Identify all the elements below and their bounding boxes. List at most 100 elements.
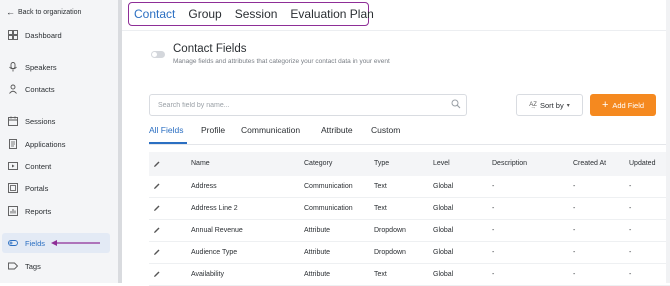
video-icon [8, 161, 18, 171]
back-label: Back to organization [18, 9, 82, 16]
cell-type: Text [374, 205, 387, 212]
sidebar-item-tags[interactable]: Tags [2, 256, 110, 276]
cell-description: - [492, 249, 495, 256]
tab-profile[interactable]: Profile [201, 125, 225, 135]
table-row[interactable]: Address Line 2 Communication Text Global - - - [149, 198, 670, 220]
fields-table: Name Category Type Level Description Cre… [149, 152, 670, 286]
document-icon [8, 139, 18, 149]
sidebar-item-label: Tags [25, 261, 41, 271]
cell-created-at: - [573, 183, 576, 190]
sort-by-button[interactable]: A͢Z Sort by ▾ [516, 94, 583, 116]
az-sort-icon: A͢Z [529, 102, 537, 108]
sidebar-item-portals[interactable]: Portals [2, 178, 110, 198]
cell-created-at: - [573, 227, 576, 234]
column-header-category[interactable]: Category [304, 152, 332, 176]
add-field-button[interactable]: + Add Field [590, 94, 656, 116]
table-row[interactable]: Annual Revenue Attribute Dropdown Global - - - [149, 220, 670, 242]
sidebar-item-label: Reports [25, 206, 52, 216]
cell-category: Attribute [304, 227, 331, 234]
sidebar-item-label: Fields [25, 238, 46, 248]
edit-pencil-icon[interactable] [153, 248, 161, 256]
table-header: Name Category Type Level Description Cre… [149, 152, 670, 176]
cell-type: Text [374, 183, 387, 190]
section-toggle[interactable] [151, 51, 165, 58]
cell-category: Attribute [304, 249, 331, 256]
microphone-icon [8, 62, 18, 72]
sidebar-item-label: Sessions [25, 116, 56, 126]
portal-icon [8, 183, 18, 193]
object-type-tabs: Contact Group Session Evaluation Plan [128, 2, 374, 26]
cell-level: Global [433, 183, 454, 190]
edit-pencil-icon[interactable] [153, 204, 161, 212]
cell-description: - [492, 227, 495, 234]
sidebar-item-label: Content [25, 161, 52, 171]
cell-category: Attribute [304, 271, 331, 278]
bar-chart-icon [8, 206, 18, 216]
person-icon [8, 84, 18, 94]
cell-type: Text [374, 271, 387, 278]
cell-updated: - [629, 227, 632, 234]
search-icon[interactable] [451, 99, 461, 109]
column-header-created-at[interactable]: Created At [573, 152, 606, 176]
tab-custom[interactable]: Custom [371, 125, 400, 135]
tab-session[interactable]: Session [235, 7, 278, 21]
cell-level: Global [433, 205, 454, 212]
cell-updated: - [629, 249, 632, 256]
sidebar-item-dashboard[interactable]: Dashboard [2, 25, 110, 45]
sidebar-scrollbar[interactable] [118, 0, 122, 283]
dashboard-icon [8, 30, 18, 40]
table-row[interactable]: Audience Type Attribute Dropdown Global - - - [149, 242, 670, 264]
sidebar-item-sessions[interactable]: Sessions [2, 111, 110, 131]
edit-pencil-icon[interactable] [153, 182, 161, 190]
column-header-type[interactable]: Type [374, 152, 389, 176]
sidebar-item-label: Applications [25, 139, 66, 149]
cell-description: - [492, 183, 495, 190]
sidebar-item-label: Dashboard [25, 30, 62, 40]
cell-created-at: - [573, 249, 576, 256]
tag-icon [8, 261, 19, 271]
page-title: Contact Fields [173, 43, 247, 55]
page-subtitle: Manage fields and attributes that catego… [173, 58, 390, 65]
search-input[interactable] [149, 94, 467, 116]
cell-name: Annual Revenue [191, 227, 243, 234]
sidebar-item-label: Portals [25, 183, 49, 193]
edit-pencil-icon[interactable] [153, 226, 161, 234]
cell-name: Availability [191, 271, 224, 278]
cell-category: Communication [304, 183, 353, 190]
sidebar-item-label: Speakers [25, 62, 57, 72]
column-header-description[interactable]: Description [492, 152, 527, 176]
tabs-divider [149, 144, 670, 145]
cell-created-at: - [573, 205, 576, 212]
edit-pencil-icon[interactable] [153, 270, 161, 278]
annotation-arrow-icon [51, 240, 100, 246]
tab-group[interactable]: Group [188, 7, 221, 21]
sidebar-item-applications[interactable]: Applications [2, 134, 110, 154]
tab-all-fields[interactable]: All Fields [149, 125, 183, 135]
sidebar-item-speakers[interactable]: Speakers [2, 57, 110, 77]
cell-created-at: - [573, 271, 576, 278]
cell-level: Global [433, 271, 454, 278]
sidebar-item-contacts[interactable]: Contacts [2, 79, 110, 99]
cell-type: Dropdown [374, 249, 406, 256]
fields-icon [8, 238, 18, 248]
sidebar-item-reports[interactable]: Reports [2, 201, 110, 221]
table-row[interactable]: Address Communication Text Global - - - [149, 176, 670, 198]
tab-attribute[interactable]: Attribute [321, 125, 353, 135]
column-header-updated[interactable]: Updated [629, 152, 655, 176]
back-to-organization-link[interactable]: ← Back to organization [6, 8, 81, 17]
sidebar-item-content[interactable]: Content [2, 156, 110, 176]
tab-evaluation-plan[interactable]: Evaluation Plan [290, 7, 373, 21]
cell-level: Global [433, 227, 454, 234]
plus-icon: + [601, 98, 609, 111]
cell-description: - [492, 271, 495, 278]
column-header-name[interactable]: Name [191, 152, 210, 176]
tab-communication[interactable]: Communication [241, 125, 300, 135]
cell-updated: - [629, 183, 632, 190]
main-scrollbar[interactable] [666, 0, 670, 283]
column-header-level[interactable]: Level [433, 152, 450, 176]
cell-updated: - [629, 205, 632, 212]
tab-contact[interactable]: Contact [134, 7, 175, 21]
cell-category: Communication [304, 205, 353, 212]
cell-name: Address [191, 183, 217, 190]
cell-description: - [492, 205, 495, 212]
